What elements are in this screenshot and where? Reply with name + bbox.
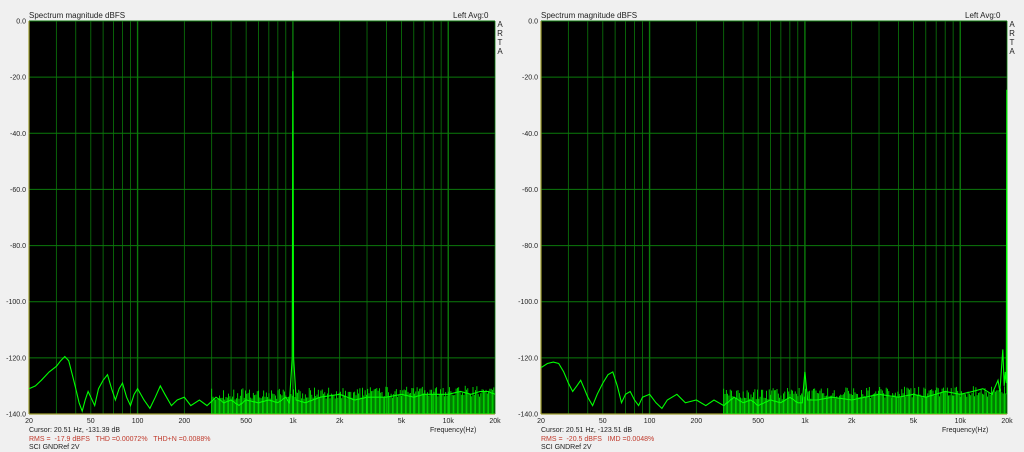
y-tick-label: -60.0 — [522, 187, 538, 194]
measurement-name: SCI GNDRef 2V — [29, 444, 80, 451]
y-tick-label: -20.0 — [10, 75, 26, 82]
x-tick-label: 10k — [443, 418, 455, 425]
x-axis-label: Frequency(Hz) — [430, 427, 477, 434]
cursor-readout: Cursor: 20.51 Hz, -131.39 dB — [29, 427, 121, 434]
stats-readout: RMS = -20.5 dBFS IMD =0.0048% — [541, 436, 655, 443]
y-tick-label: -60.0 — [10, 187, 26, 194]
x-tick-label: 1k — [289, 418, 297, 425]
y-tick-label: -100.0 — [518, 299, 538, 306]
y-tick-label: -140.0 — [6, 412, 26, 419]
x-tick-label: 500 — [240, 418, 252, 425]
x-tick-label: 10k — [955, 418, 967, 425]
stats-readout: RMS = -17.9 dBFS THD =0.00072% THD+N =0.… — [29, 436, 211, 443]
x-tick-label: 500 — [752, 418, 764, 425]
x-tick-label: 2k — [848, 418, 856, 425]
y-tick-label: -80.0 — [10, 243, 26, 250]
measurement-name: SCI GNDRef 2V — [541, 444, 592, 451]
x-tick-label: 1k — [801, 418, 809, 425]
x-axis-label: Frequency(Hz) — [942, 427, 989, 434]
spectrum-panel-right: Spectrum magnitude dBFS Left Avg:0 ARTA … — [512, 0, 1024, 452]
x-tick-label: 200 — [690, 418, 702, 425]
y-tick-label: -100.0 — [6, 299, 26, 306]
spectrum-chart[interactable]: 0.0 -20.0 -40.0 -60.0 -80.0 -100.0 -120.0 -140.… — [512, 0, 1024, 452]
spectrum-panel-left: Spectrum magnitude dBFS Left Avg:0 ARTA … — [0, 0, 512, 452]
x-tick-label: 20k — [489, 418, 501, 425]
x-tick-label: 50 — [599, 418, 607, 425]
y-tick-label: -20.0 — [522, 75, 538, 82]
x-tick-label: 50 — [87, 418, 95, 425]
x-tick-label: 200 — [178, 418, 190, 425]
x-tick-label: 2k — [336, 418, 344, 425]
cursor-readout: Cursor: 20.51 Hz, -123.51 dB — [541, 427, 633, 434]
y-tick-label: -40.0 — [10, 131, 26, 138]
x-tick-label: 5k — [910, 418, 918, 425]
x-tick-label: 5k — [398, 418, 406, 425]
y-tick-label: -120.0 — [518, 355, 538, 362]
y-tick-label: 0.0 — [16, 19, 26, 26]
x-tick-label: 20k — [1001, 418, 1013, 425]
y-tick-label: -80.0 — [522, 243, 538, 250]
x-tick-label: 20 — [25, 418, 33, 425]
y-tick-label: -40.0 — [522, 131, 538, 138]
x-tick-label: 100 — [644, 418, 656, 425]
y-tick-label: -120.0 — [6, 355, 26, 362]
y-tick-label: -140.0 — [518, 412, 538, 419]
plot-area — [29, 21, 495, 414]
x-tick-label: 20 — [537, 418, 545, 425]
spectrum-chart[interactable]: 0.0 -20.0 -40.0 -60.0 -80.0 -100.0 -120.0 -140.… — [0, 0, 512, 452]
y-tick-label: 0.0 — [528, 19, 538, 26]
plot-area — [541, 21, 1007, 414]
x-tick-label: 100 — [132, 418, 144, 425]
